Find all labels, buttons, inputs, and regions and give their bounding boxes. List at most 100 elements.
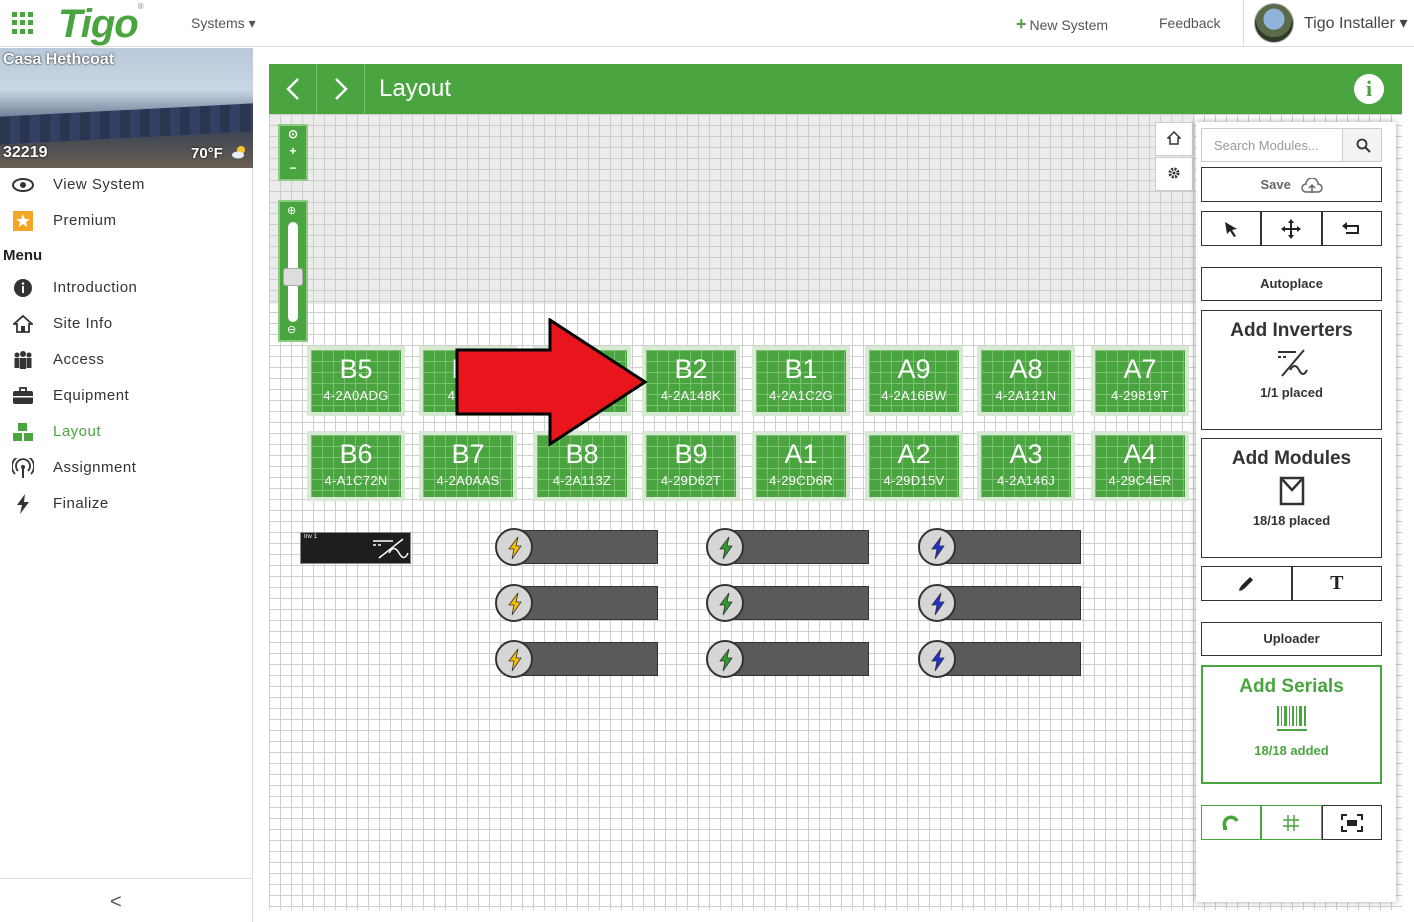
zoom-slider[interactable]: ⊕ ⊖ [278,200,308,342]
sidebar-item-finalize[interactable]: Finalize [0,486,253,522]
draw-tool-button[interactable] [1201,566,1292,601]
module-serial: 4-2A0AAS [436,473,500,488]
string-bolt-icon[interactable] [706,584,744,622]
add-inverters-card[interactable]: Add Inverters 1/1 placed [1201,310,1382,430]
module-serial: 4-2A146J [996,473,1056,488]
module-a4[interactable]: A4 4-29C4ER [1091,431,1189,501]
home-map-button[interactable] [1155,122,1193,156]
sidebar-item-equipment[interactable]: Equipment [0,378,253,414]
module-a7[interactable]: A7 4-29819T [1091,346,1189,416]
module-label: B6 [339,439,373,469]
forward-button[interactable] [317,64,365,114]
sidebar-item-premium[interactable]: Premium [0,203,253,239]
chevron-right-icon [335,78,348,100]
feedback-link[interactable]: Feedback [1159,15,1220,31]
module-b6[interactable]: B6 4-A1C72N [307,431,405,501]
module-a1[interactable]: A1 4-29CD6R [752,431,850,501]
cursor-icon [1225,221,1238,237]
module-serial: 4-29D15V [883,473,945,488]
zoom-in-icon[interactable]: ⊕ [287,204,296,217]
inverter-block[interactable]: Inv 1 [300,532,411,564]
selection-tools [1201,211,1382,246]
user-menu[interactable]: Tigo Installer ▾ [1243,0,1414,47]
save-button[interactable]: Save [1201,167,1382,202]
new-system-button[interactable]: + New System [1016,14,1108,35]
string-bolt-icon[interactable] [495,528,533,566]
sidebar-item-view-system[interactable]: View System [0,167,253,203]
module-label: A4 [1123,439,1157,469]
text-tool-button[interactable]: T [1291,566,1382,601]
add-serials-card[interactable]: Add Serials 18/18 added [1201,665,1382,784]
sidebar-item-access[interactable]: Access [0,342,253,378]
red-arrow-annotation [455,318,648,447]
page-title: Layout [379,75,452,102]
settings-button[interactable] [1155,157,1193,191]
module-b5[interactable]: B5 4-2A0ADG [307,346,405,416]
module-a2[interactable]: A2 4-29D15V [865,431,963,501]
collapse-sidebar-button[interactable]: < [110,891,122,914]
move-tool-button[interactable] [1261,211,1322,246]
search-modules-input[interactable]: Search Modules... [1201,128,1347,162]
search-button[interactable] [1342,128,1382,162]
magnet-icon [1222,815,1239,830]
snap-toggle-button[interactable] [1201,805,1262,840]
sidebar-footer: < [0,878,253,922]
zoom-thumb[interactable] [283,268,303,286]
briefcase-icon [12,386,34,406]
search-icon [1356,138,1371,153]
sidebar-item-site-info[interactable]: Site Info [0,306,253,342]
module-b9[interactable]: B9 4-29D62T [642,431,740,501]
module-b2[interactable]: B2 4-2A148K [642,346,740,416]
module-a3[interactable]: A3 4-2A146J [977,431,1075,501]
site-name: Casa Hethcoat [3,51,115,68]
tigo-logo[interactable]: Tigo® [58,2,144,47]
module-serial: 4-29CD6R [769,473,833,488]
move-icon [1281,218,1302,239]
zoom-out-icon[interactable]: ⊖ [287,323,296,336]
grid-toggle-button[interactable] [1261,805,1322,840]
string-bolt-icon[interactable] [918,528,956,566]
tool-panel: Search Modules... Save Autoplace Add Inv… [1196,122,1396,902]
string-bolt-icon[interactable] [918,640,956,678]
zoom-out-button[interactable]: − [280,160,306,177]
info-icon[interactable]: i [1354,74,1384,104]
fit-screen-button[interactable] [1321,805,1382,840]
module-serial: 4-29D62T [660,473,722,488]
zoom-in-button[interactable]: + [280,143,306,160]
add-serials-title: Add Serials [1239,676,1344,697]
site-photo[interactable]: Casa Hethcoat 32219 70°F [0,48,253,168]
apps-grid-icon[interactable] [12,12,34,34]
autoplace-button[interactable]: Autoplace [1201,267,1382,301]
home-icon [1166,130,1182,145]
string-bolt-icon[interactable] [495,584,533,622]
module-a8[interactable]: A8 4-2A121N [977,346,1075,416]
module-label: A7 [1123,354,1157,384]
inverter-label: Inv 1 [304,534,318,540]
module-icon [1279,476,1304,506]
top-bar: Tigo® Systems ▾ + New System Feedback Tig… [0,0,1414,47]
sidebar-item-introduction[interactable]: Introduction [0,270,253,306]
string-bolt-icon[interactable] [918,584,956,622]
module-a9[interactable]: A9 4-2A16BW [865,346,963,416]
back-button[interactable] [269,64,317,114]
rotate-tool-button[interactable] [1321,211,1382,246]
string-bolt-icon[interactable] [706,640,744,678]
sidebar-item-label: Equipment [53,387,130,404]
systems-menu[interactable]: Systems ▾ [191,15,256,32]
module-label: A3 [1009,439,1043,469]
pencil-icon [1239,576,1254,591]
modules-status: 18/18 placed [1252,513,1331,528]
string-bolt-icon[interactable] [495,640,533,678]
sidebar-item-assignment[interactable]: Assignment [0,450,253,486]
add-modules-card[interactable]: Add Modules 18/18 placed [1201,438,1382,558]
sidebar: Casa Hethcoat 32219 70°F View System Pre… [0,48,253,922]
select-tool-button[interactable] [1201,211,1262,246]
recenter-button[interactable]: ⊙ [280,126,306,143]
uploader-button[interactable]: Uploader [1201,622,1382,656]
module-b1[interactable]: B1 4-2A1C2G [752,346,850,416]
string-bolt-icon[interactable] [706,528,744,566]
sidebar-item-label: Assignment [53,459,137,476]
sidebar-item-layout[interactable]: Layout [0,414,253,450]
module-label: B1 [784,354,818,384]
chevron-left-icon [286,78,299,100]
